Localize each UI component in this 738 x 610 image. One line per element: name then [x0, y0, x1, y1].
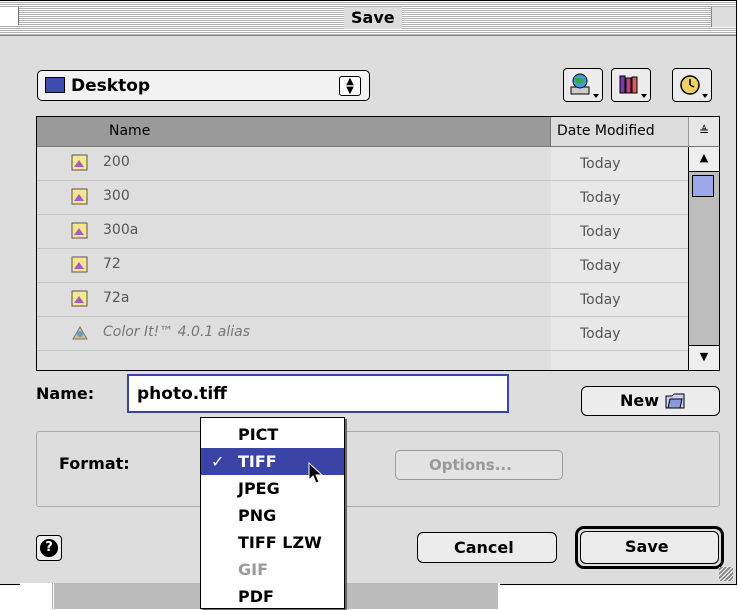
window-title: Save [344, 7, 402, 29]
format-option-png[interactable]: PNG [201, 502, 344, 529]
network-volume-icon [570, 73, 590, 95]
column-header-name[interactable]: Name [37, 117, 551, 147]
name-label: Name: [36, 384, 95, 403]
sort-order-icon[interactable]: ≜ [688, 117, 719, 147]
new-folder-button[interactable]: New [581, 386, 720, 416]
desktop-icon [45, 77, 65, 93]
image-file-icon [71, 154, 88, 171]
resize-grip-icon[interactable] [719, 567, 733, 581]
popup-arrows-icon: ▲ ▼ [339, 76, 361, 96]
help-icon: ? [40, 539, 58, 557]
file-row[interactable]: 72a Today [37, 283, 688, 317]
title-bar[interactable]: Save [0, 1, 736, 36]
collapse-box[interactable] [711, 7, 736, 27]
file-list[interactable]: Name Date Modified ≜ 200 Today 300 Today [36, 116, 720, 371]
filename-input[interactable] [127, 374, 509, 413]
shortcuts-button[interactable] [611, 68, 651, 102]
file-row[interactable]: Color It!™ 4.0.1 alias Today [37, 317, 688, 351]
chevron-down-icon [641, 94, 647, 98]
recent-button[interactable] [672, 68, 712, 102]
cancel-button[interactable]: Cancel [417, 532, 557, 563]
format-label: Format: [59, 454, 130, 473]
file-row[interactable]: 300 Today [37, 181, 688, 215]
checkmark-icon: ✓ [211, 452, 225, 471]
close-box[interactable] [0, 7, 19, 25]
recent-clock-icon [680, 75, 700, 95]
app-alias-icon [72, 326, 88, 340]
network-button[interactable] [563, 68, 603, 102]
file-row[interactable]: 300a Today [37, 215, 688, 249]
help-button[interactable]: ? [36, 535, 62, 561]
options-button[interactable]: Options... [395, 450, 563, 480]
location-label: Desktop [71, 76, 151, 96]
save-button[interactable]: Save [580, 531, 719, 564]
chevron-down-icon [593, 94, 599, 98]
format-group [36, 431, 720, 507]
scroll-up-arrow-icon[interactable]: ▲ [689, 147, 719, 172]
shortcuts-icon [619, 75, 638, 94]
image-file-icon [71, 290, 88, 307]
image-file-icon [71, 222, 88, 239]
image-file-icon [71, 256, 88, 273]
new-folder-icon [665, 393, 685, 409]
format-option-pict[interactable]: PICT [201, 421, 344, 448]
column-header-date-modified[interactable]: Date Modified [551, 117, 688, 147]
file-row[interactable]: 72 Today [37, 249, 688, 283]
scroll-thumb[interactable] [692, 175, 714, 197]
location-popup[interactable]: Desktop ▲ ▼ [37, 70, 370, 101]
chevron-down-icon [702, 94, 708, 98]
file-row[interactable]: 200 Today [37, 147, 688, 181]
format-menu[interactable]: PICT ✓ TIFF JPEG PNG TIFF LZW GIF PDF [200, 417, 345, 609]
vertical-scrollbar[interactable]: ▲ ▼ [688, 147, 719, 370]
scroll-down-arrow-icon[interactable]: ▼ [689, 345, 719, 370]
mouse-pointer-icon [308, 462, 324, 484]
format-option-gif: GIF [238, 560, 269, 579]
format-option-tiff-lzw[interactable]: TIFF LZW [201, 529, 344, 556]
format-option-pdf[interactable]: PDF [201, 583, 344, 610]
image-file-icon [71, 188, 88, 205]
save-dialog: Save Desktop ▲ ▼ Name Date Modified ≜ 20… [0, 0, 737, 585]
